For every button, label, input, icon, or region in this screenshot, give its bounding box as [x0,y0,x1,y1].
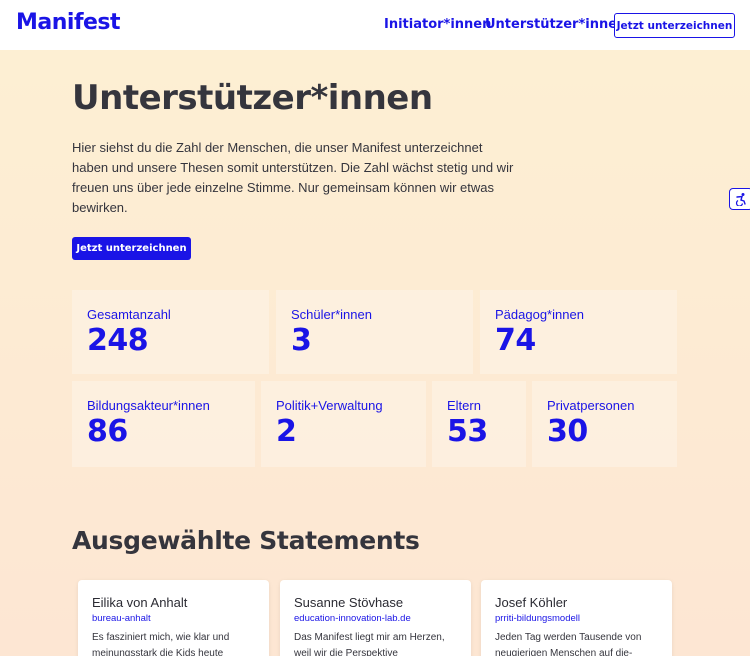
statement-text: Das Manifest liegt mir am Herzen, weil w… [294,632,445,656]
stat-value: 2 [276,414,297,449]
statement-org[interactable]: prriti-bildungsmodell [495,613,580,624]
logo[interactable]: Manifest [16,10,121,35]
stat-label: Pädagog*innen [495,307,584,322]
statement-card[interactable]: Josef Köhler prriti-bildungsmodell Jeden… [481,580,672,656]
stat-label: Schüler*innen [291,307,372,322]
statement-org[interactable]: bureau-anhalt [92,613,151,624]
page-title: Unterstützer*innen [72,78,433,118]
statement-author: Susanne Stövhase [294,595,404,610]
stat-label: Bildungsakteur*innen [87,398,210,413]
stat-value: 30 [547,414,588,449]
nav-unterstuetzerinnen[interactable]: Unterstützer*innen [485,17,626,32]
statement-org[interactable]: education-innovation-lab.de [294,613,411,624]
intro-text: Hier siehst du die Zahl der Menschen, di… [72,140,514,215]
sign-button[interactable]: Jetzt unterzeichnen [72,237,191,260]
stat-value: 3 [291,323,312,358]
stat-privatpersonen: Privatpersonen 30 [532,381,677,467]
statement-author: Josef Köhler [495,595,568,610]
statement-card[interactable]: Susanne Stövhase education-innovation-la… [280,580,471,656]
accessibility-button[interactable] [729,188,750,210]
statements-title: Ausgewählte Statements [72,526,420,555]
stat-eltern: Eltern 53 [432,381,526,467]
statement-text: Es fasziniert mich, wie klar und meinung… [92,632,230,656]
stat-label: Privatpersonen [547,398,635,413]
stat-label: Gesamtanzahl [87,307,171,322]
stat-gesamtanzahl: Gesamtanzahl 248 [72,290,269,374]
stat-paedagoginnen: Pädagog*innen 74 [480,290,677,374]
statement-card[interactable]: Eilika von Anhalt bureau-anhalt Es faszi… [78,580,269,656]
stat-value: 74 [495,323,536,358]
header-sign-button[interactable]: Jetzt unterzeichnen [614,13,735,38]
statement-text: Jeden Tag werden Tausende von neugierige… [495,632,642,656]
stat-value: 248 [87,323,149,358]
accessibility-icon [735,193,746,206]
stat-label: Politik+Verwaltung [276,398,383,413]
stat-schuelerinnen: Schüler*innen 3 [276,290,473,374]
statement-author: Eilika von Anhalt [92,595,188,610]
stat-value: 53 [447,414,488,449]
site-header: Manifest Initiator*innen Unterstützer*in… [0,0,750,50]
stat-value: 86 [87,414,128,449]
stat-label: Eltern [447,398,481,413]
stat-politik-verwaltung: Politik+Verwaltung 2 [261,381,426,467]
nav-initiatorinnen[interactable]: Initiator*innen [384,17,491,32]
stat-bildungsakteurinnen: Bildungsakteur*innen 86 [72,381,255,467]
